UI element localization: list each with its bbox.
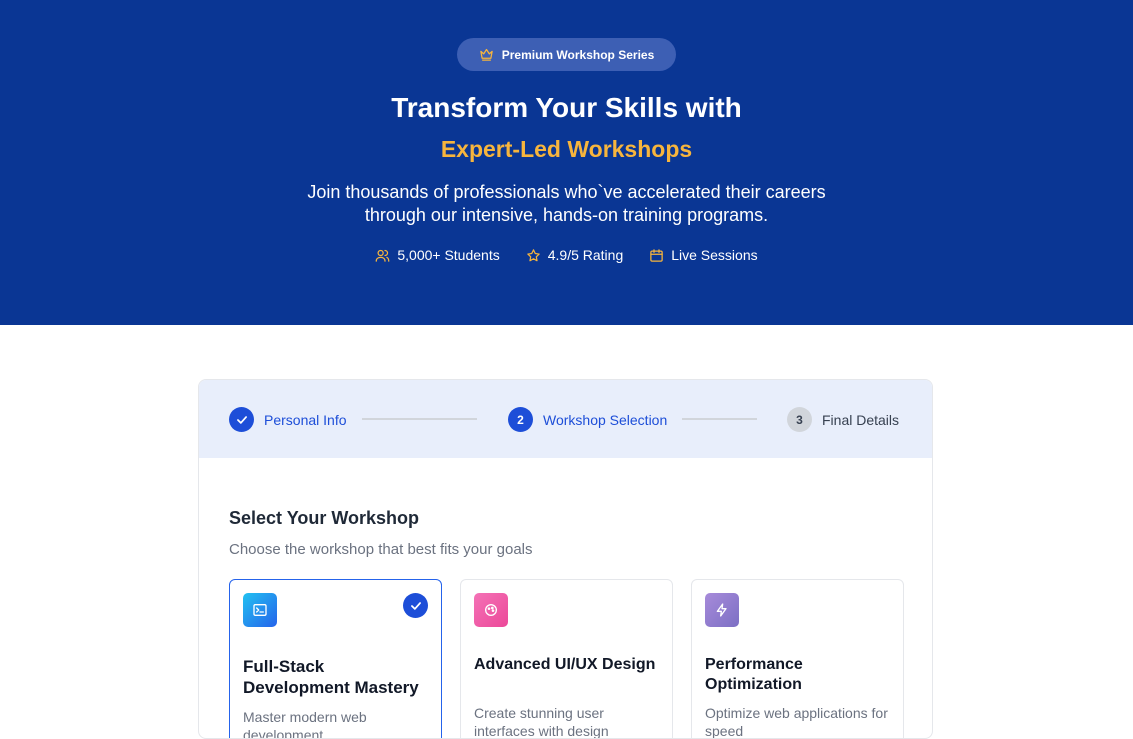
workshop-card-uiux[interactable]: Advanced UI/UX Design Create stunning us… — [460, 579, 673, 739]
section-subtitle: Choose the workshop that best fits your … — [229, 541, 533, 558]
hero-description: Join thousands of professionals who`ve a… — [307, 182, 826, 225]
workshop-3-icon-tile — [705, 593, 739, 627]
users-icon — [375, 249, 390, 262]
workshop-3-description: Optimize web applications for speed — [705, 705, 888, 739]
stat-sessions: Live Sessions — [649, 247, 758, 263]
hero-banner: Premium Workshop Series Transform Your S… — [0, 0, 1133, 325]
palette-icon — [485, 604, 497, 616]
workshop-2-description: Create stunning user interfaces with des… — [474, 705, 609, 739]
workshop-card-performance[interactable]: Performance Optimization Optimize web ap… — [691, 579, 904, 739]
calendar-icon — [650, 248, 663, 262]
workshop-1-description: Master modern web development — [243, 709, 367, 739]
stat-sessions-label: Live Sessions — [671, 247, 758, 263]
hero-subtitle: Expert-Led Workshops — [440, 136, 693, 162]
step-final-details[interactable]: 3 Final Details — [787, 407, 899, 432]
step-connector-1 — [362, 418, 477, 420]
step-3-indicator: 3 — [787, 407, 812, 432]
lightning-icon — [716, 603, 727, 617]
step-workshop-selection[interactable]: 2 Workshop Selection — [508, 407, 667, 432]
workshop-2-icon-tile — [474, 593, 508, 627]
step-1-indicator — [229, 407, 254, 432]
crown-icon — [480, 48, 493, 61]
stat-rating: 4.9/5 Rating — [526, 247, 624, 263]
registration-card: Personal Info 2 Workshop Selection 3 Fin… — [198, 379, 933, 739]
check-icon — [236, 415, 247, 424]
selected-check-badge — [403, 593, 428, 618]
stat-rating-label: 4.9/5 Rating — [547, 247, 624, 263]
workshop-card-fullstack[interactable]: Full-Stack Development Mastery Master mo… — [229, 579, 442, 739]
step-2-indicator: 2 — [508, 407, 533, 432]
stat-students-label: 5,000+ Students — [397, 247, 500, 263]
terminal-icon — [253, 604, 267, 616]
step-connector-2 — [682, 418, 757, 420]
workshop-3-title: Performance Optimization — [705, 656, 803, 693]
step-personal-info[interactable]: Personal Info — [229, 407, 347, 432]
stat-students: 5,000+ Students — [375, 247, 500, 263]
hero-stats: 5,000+ Students 4.9/5 Rating Live Sessio… — [0, 247, 1133, 263]
check-icon — [410, 601, 421, 610]
step-2-label: Workshop Selection — [543, 411, 668, 428]
progress-stepper: Personal Info 2 Workshop Selection 3 Fin… — [199, 380, 932, 458]
step-1-label: Personal Info — [264, 411, 347, 428]
step-3-label: Final Details — [822, 411, 900, 428]
section-title: Select Your Workshop — [229, 508, 420, 528]
workshop-1-icon-tile — [243, 593, 277, 627]
hero-title: Transform Your Skills with — [391, 92, 742, 123]
star-icon — [526, 248, 540, 261]
premium-badge: Premium Workshop Series — [457, 38, 676, 71]
premium-badge-label: Premium Workshop Series — [501, 47, 655, 62]
workshop-1-title: Full-Stack Development Mastery — [243, 657, 419, 697]
workshop-2-title: Advanced UI/UX Design — [474, 656, 656, 673]
